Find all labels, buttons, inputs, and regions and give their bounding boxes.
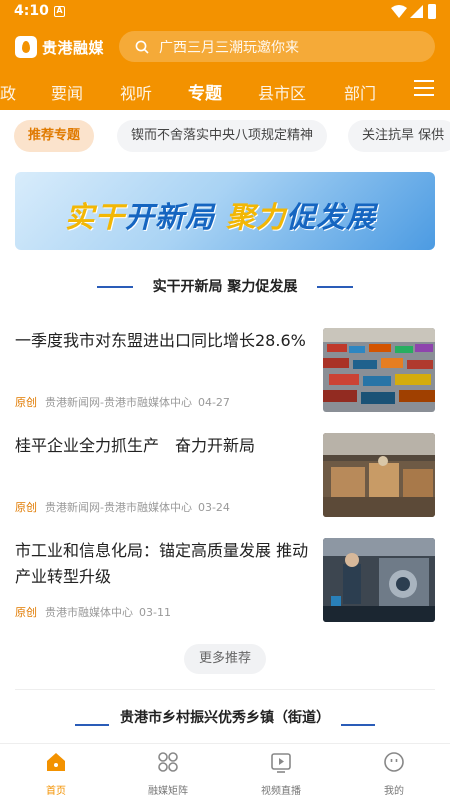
wifi-icon <box>391 5 407 18</box>
news-title: 桂平企业全力抓生产 奋力开新局 <box>15 436 256 455</box>
section-title: 实干开新局 聚力促发展 <box>152 279 298 295</box>
banner-part1: 实干 <box>65 200 126 234</box>
section2-line-right <box>341 724 375 726</box>
news-tag: 原创 <box>15 501 37 514</box>
tab-channel-2[interactable]: 视听 <box>120 80 152 104</box>
tab-home-label: 首页 <box>46 786 66 797</box>
topic-banner[interactable]: 实干开新局 聚力促发展 <box>15 172 435 250</box>
industrial-worker-photo <box>323 538 435 622</box>
container-port-photo <box>323 328 435 412</box>
grid-icon <box>158 752 178 772</box>
divider <box>15 689 435 690</box>
wood-factory-photo <box>323 433 435 517</box>
channel-tabs: 政 要闻 视听 专题 县市区 部门 <box>0 72 450 108</box>
section2-title: 贵港市乡村振兴优秀乡镇（街道） <box>120 710 330 726</box>
home-icon <box>47 753 65 771</box>
news-tag: 原创 <box>15 606 37 619</box>
news-item[interactable]: 桂平企业全力抓生产 奋力开新局 原创 贵港新闻网-贵港市融媒体中心 03-24 <box>15 433 435 517</box>
news-meta: 原创 贵港新闻网-贵港市融媒体中心 04-27 <box>15 394 230 410</box>
notification-a-icon: A <box>54 6 65 17</box>
news-date: 04-27 <box>197 396 230 409</box>
more-recommendations-button[interactable]: 更多推荐 <box>184 644 266 674</box>
news-title: 市工业和信息化局：锚定高质量发展 推动产业转型升级 <box>15 541 309 586</box>
battery-icon <box>428 4 436 19</box>
section-line-right <box>317 286 353 288</box>
banner-part2: 开新局 <box>125 200 216 234</box>
tab-channel-4[interactable]: 县市区 <box>258 80 306 104</box>
tab-profile-label: 我的 <box>384 786 404 797</box>
subtab-0[interactable]: 推荐专题 <box>14 120 95 152</box>
news-title: 一季度我市对东盟进出口同比增长28.6% <box>15 331 306 350</box>
status-bar: 4:10 A <box>0 0 450 24</box>
tab-home[interactable]: 首页 <box>0 744 112 801</box>
news-source: 贵港新闻网-贵港市融媒体中心 <box>45 501 192 514</box>
search-icon <box>135 40 149 54</box>
video-icon <box>271 753 291 773</box>
news-item[interactable]: 一季度我市对东盟进出口同比增长28.6% 原创 贵港新闻网-贵港市融媒体中心 04-… <box>15 328 435 412</box>
news-meta: 原创 贵港市融媒体中心 03-11 <box>15 604 171 620</box>
section-header: 实干开新局 聚力促发展 <box>0 276 450 298</box>
tab-video-live-label: 视频直播 <box>261 786 301 797</box>
tab-channel-5[interactable]: 部门 <box>344 80 376 104</box>
app-name: 贵港融媒 <box>42 38 105 57</box>
banner-part4: 促发展 <box>286 200 377 234</box>
tab-channel-0[interactable]: 政 <box>0 80 16 104</box>
tab-video-live[interactable]: 视频直播 <box>225 744 337 801</box>
tab-channel-1[interactable]: 要闻 <box>51 80 83 104</box>
status-time: 4:10 <box>14 3 49 19</box>
tab-channel-3[interactable]: 专题 <box>188 79 222 104</box>
search-input[interactable]: 广西三月三潮玩邀你来 <box>119 31 435 62</box>
profile-icon <box>384 752 404 772</box>
news-meta: 原创 贵港新闻网-贵港市融媒体中心 03-24 <box>15 499 230 515</box>
news-source: 贵港新闻网-贵港市融媒体中心 <box>45 396 192 409</box>
subtab-bar: 推荐专题 锲而不舍落实中央八项规定精神 关注抗旱 保供 <box>0 120 450 153</box>
section2-line-left <box>75 724 109 726</box>
news-tag: 原创 <box>15 396 37 409</box>
banner-headline: 实干开新局 聚力促发展 <box>65 194 376 236</box>
tab-media-matrix-label: 融媒矩阵 <box>148 786 188 797</box>
tab-media-matrix[interactable]: 融媒矩阵 <box>112 744 224 801</box>
signal-icon <box>410 5 423 18</box>
subtab-2[interactable]: 关注抗旱 保供 <box>348 120 450 152</box>
news-source: 贵港市融媒体中心 <box>45 606 133 619</box>
app-logo[interactable]: 贵港融媒 <box>15 36 104 58</box>
bottom-tab-bar: 首页 融媒矩阵 视频直播 我的 <box>0 743 450 801</box>
news-date: 03-11 <box>139 606 171 619</box>
flame-logo-icon <box>15 36 37 58</box>
channel-menu-icon[interactable] <box>414 80 434 98</box>
news-item[interactable]: 市工业和信息化局：锚定高质量发展 推动产业转型升级 原创 贵港市融媒体中心 03-1… <box>15 538 435 622</box>
search-placeholder: 广西三月三潮玩邀你来 <box>159 39 299 56</box>
banner-part3: 聚力 <box>226 200 287 234</box>
app-header: 4:10 A 贵港融媒 广西三月三潮玩邀你来 政 要闻 视听 专题 县市区 部门 <box>0 0 450 110</box>
subtab-1[interactable]: 锲而不舍落实中央八项规定精神 <box>117 120 328 152</box>
news-date: 03-24 <box>197 501 230 514</box>
tab-profile[interactable]: 我的 <box>338 744 450 801</box>
